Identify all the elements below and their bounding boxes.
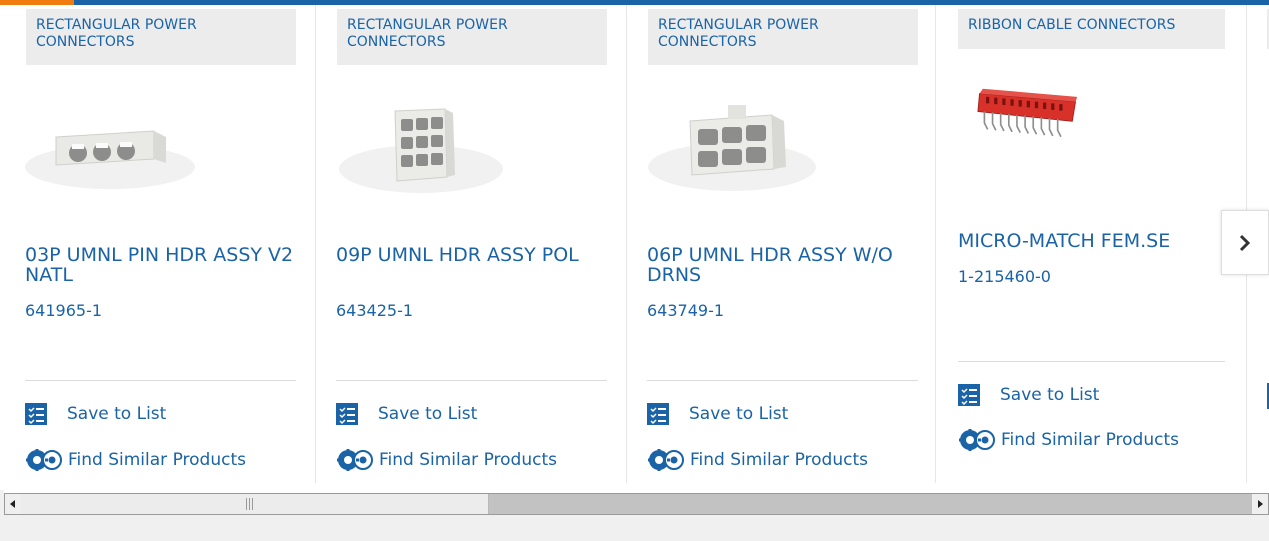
connector-6pin-image[interactable]	[646, 97, 818, 197]
save-to-list-label: Save to List	[689, 404, 789, 424]
save-to-list-button[interactable]: Save to List	[958, 384, 1099, 406]
part-number-link[interactable]: 1-215460-0	[958, 267, 1051, 286]
checklist-icon	[647, 403, 669, 425]
connector-3pin-image[interactable]	[24, 97, 196, 197]
part-number-link[interactable]: 641965-1	[25, 301, 102, 320]
save-to-list-button[interactable]: Save to List	[25, 403, 166, 425]
find-similar-label: Find Similar Products	[379, 450, 557, 470]
scrollbar-grip	[246, 498, 254, 510]
chevron-right-icon	[1239, 234, 1251, 251]
category-badge[interactable]: RECTANGULAR POWER CONNECTORS	[337, 9, 607, 65]
product-title-link[interactable]: 03P UMNL PIN HDR ASSY V2 NATL	[25, 245, 300, 285]
scrollbar-thumb[interactable]	[21, 494, 489, 514]
divider	[25, 380, 296, 381]
checklist-icon	[958, 384, 980, 406]
ribbon-connector-image[interactable]	[973, 73, 1113, 163]
find-similar-label: Find Similar Products	[1001, 430, 1179, 450]
product-card: RECTANGULAR POWER CONNECTORS 03P UMNL PI…	[0, 5, 316, 483]
gears-icon	[648, 449, 684, 471]
category-badge[interactable]: RIBBON CABLE CONNECTORS	[958, 9, 1225, 49]
save-to-list-button[interactable]: Save to List	[336, 403, 477, 425]
product-card: RIBBON CABLE CONNECTORS MICRO-MATCH FEM.…	[933, 5, 1247, 483]
gears-icon	[337, 449, 373, 471]
triangle-right-icon	[1258, 500, 1263, 508]
save-to-list-button[interactable]: Save to List	[647, 403, 788, 425]
scroll-right-button[interactable]	[1252, 494, 1268, 514]
divider	[958, 361, 1225, 362]
scroll-left-button[interactable]	[5, 494, 21, 514]
category-badge[interactable]: RECTANGULAR POWER CONNECTORS	[26, 9, 296, 65]
save-to-list-label: Save to List	[1000, 385, 1100, 405]
checklist-icon	[25, 403, 47, 425]
product-title-link[interactable]: MICRO-MATCH FEM.SE	[958, 231, 1233, 251]
find-similar-button[interactable]: Find Similar Products	[336, 448, 557, 472]
save-to-list-label: Save to List	[67, 404, 167, 424]
product-title-link[interactable]: 09P UMNL HDR ASSY POL	[336, 245, 611, 265]
product-card: RECTANGULAR POWER CONNECTORS 09P UMNL HD…	[311, 5, 627, 483]
find-similar-label: Find Similar Products	[68, 450, 246, 470]
divider	[647, 380, 918, 381]
find-similar-button[interactable]: Find Similar Products	[647, 448, 868, 472]
checklist-icon	[336, 403, 358, 425]
save-to-list-label: Save to List	[378, 404, 478, 424]
part-number-link[interactable]: 643425-1	[336, 301, 413, 320]
product-title-link[interactable]: 06P UMNL HDR ASSY W/O DRNS	[647, 245, 922, 285]
find-similar-button[interactable]: Find Similar Products	[958, 428, 1179, 452]
product-carousel: RECTANGULAR POWER CONNECTORS 03P UMNL PI…	[0, 5, 1269, 490]
part-number-link[interactable]: 643749-1	[647, 301, 724, 320]
category-badge[interactable]: RECTANGULAR POWER CONNECTORS	[648, 9, 918, 65]
find-similar-button[interactable]: Find Similar Products	[25, 448, 246, 472]
connector-9pin-image[interactable]	[335, 97, 507, 197]
find-similar-label: Find Similar Products	[690, 450, 868, 470]
carousel-next-button[interactable]	[1221, 210, 1269, 275]
horizontal-scrollbar[interactable]	[4, 493, 1269, 515]
divider	[336, 380, 607, 381]
gears-icon	[26, 449, 62, 471]
triangle-left-icon	[10, 500, 15, 508]
product-card: RECTANGULAR POWER CONNECTORS 06P UMNL HD…	[622, 5, 936, 483]
footer-area	[0, 515, 1269, 541]
gears-icon	[959, 429, 995, 451]
